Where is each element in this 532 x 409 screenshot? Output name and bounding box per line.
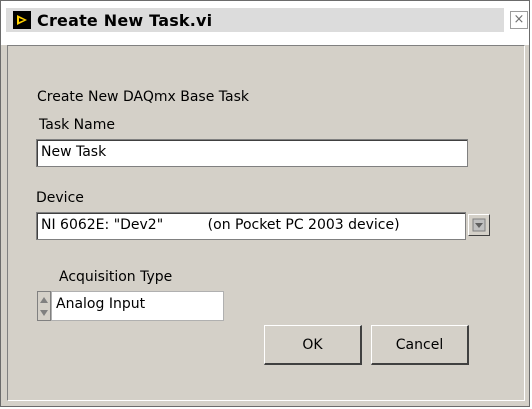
close-icon[interactable]: × [510, 11, 528, 29]
increment-arrow-icon[interactable] [40, 297, 48, 303]
decrement-arrow-icon[interactable] [40, 310, 48, 316]
dialog-window: Create New Task.vi × Create New DAQmx Ba… [0, 0, 530, 407]
cancel-button[interactable]: Cancel [371, 325, 469, 365]
chevron-down-icon[interactable] [468, 214, 490, 236]
increment-decrement-icon[interactable] [37, 291, 51, 321]
acquisition-type-select[interactable]: Analog Input [51, 291, 224, 321]
title-bar: Create New Task.vi × [1, 1, 529, 45]
device-label: Device [36, 190, 84, 206]
form-heading: Create New DAQmx Base Task [37, 89, 249, 105]
device-select[interactable]: NI 6062E: "Dev2" (on Pocket PC 2003 devi… [36, 212, 466, 240]
ok-button[interactable]: OK [264, 325, 362, 365]
acquisition-type-label: Acquisition Type [59, 269, 173, 285]
window-title: Create New Task.vi [37, 11, 213, 30]
labview-vi-icon [13, 11, 31, 29]
task-name-input[interactable]: New Task [36, 139, 468, 167]
task-name-label: Task Name [39, 117, 115, 133]
